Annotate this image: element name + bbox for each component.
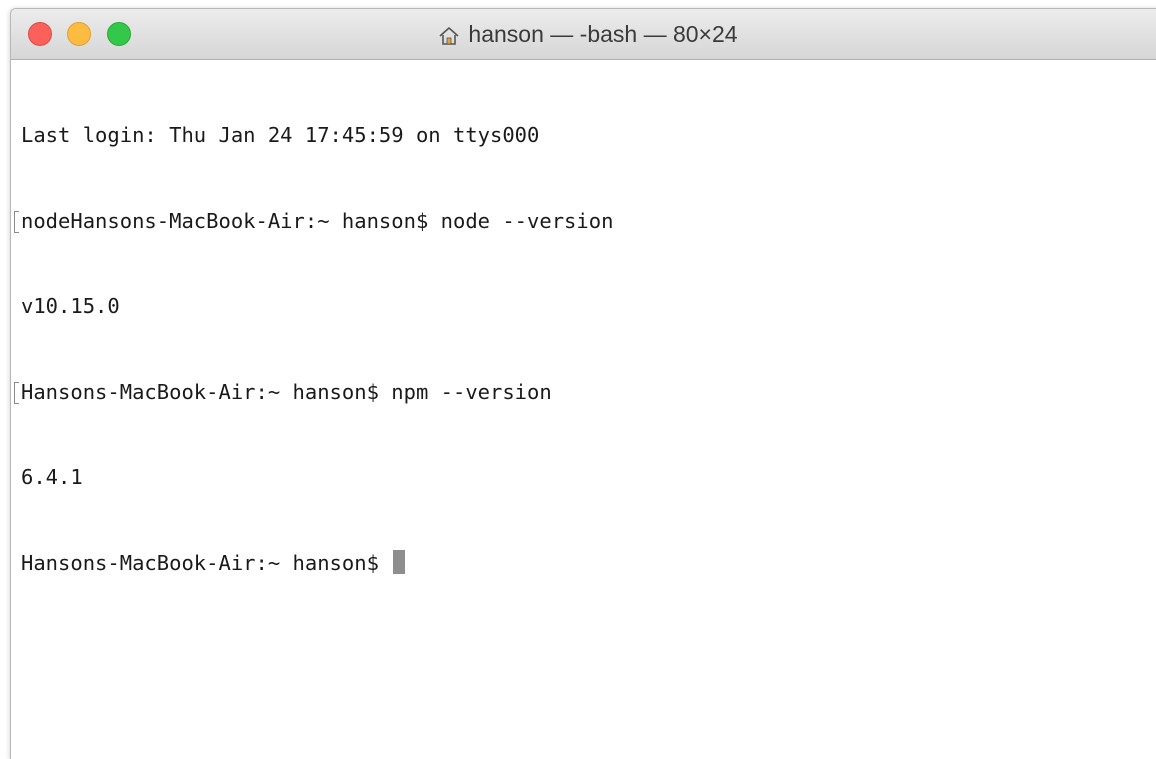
terminal-prompt-line[interactable]: Hansons-MacBook-Air:~ hanson$ <box>21 549 613 578</box>
terminal-line: 6.4.1 <box>21 465 83 489</box>
terminal-output: Last login: Thu Jan 24 17:45:59 on ttys0… <box>14 64 613 634</box>
terminal-content[interactable]: Last login: Thu Jan 24 17:45:59 on ttys0… <box>11 60 1156 759</box>
terminal-window: hanson — -bash — 80×24 Last login: Thu J… <box>10 8 1156 759</box>
shell-prompt: Hansons-MacBook-Air:~ hanson$ <box>21 550 392 575</box>
mark-bracket <box>14 381 19 404</box>
terminal-line: nodeHansons-MacBook-Air:~ hanson$ node -… <box>14 207 613 236</box>
title-bar[interactable]: hanson — -bash — 80×24 <box>11 9 1156 60</box>
home-icon <box>438 25 460 45</box>
text-cursor <box>393 549 406 574</box>
terminal-line: Hansons-MacBook-Air:~ hanson$ npm --vers… <box>14 378 613 407</box>
terminal-line: v10.15.0 <box>21 294 120 318</box>
window-title-area: hanson — -bash — 80×24 <box>11 9 1156 59</box>
window-title: hanson — -bash — 80×24 <box>468 20 738 47</box>
mark-bracket <box>14 210 19 233</box>
terminal-line: Last login: Thu Jan 24 17:45:59 on ttys0… <box>21 123 540 147</box>
